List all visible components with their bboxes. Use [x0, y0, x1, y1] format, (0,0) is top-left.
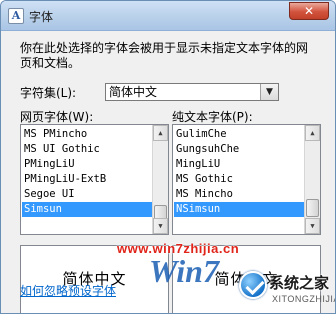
- font-dialog-icon: A: [8, 8, 24, 24]
- font-dialog-window: A 字体 ✕ 你在此处选择的字体会被用于显示未指定文本字体的网页和文档。 字符集…: [0, 0, 336, 314]
- charset-label: 字符集(L):: [20, 86, 77, 100]
- list-item[interactable]: MS PMincho: [22, 127, 152, 142]
- list-item[interactable]: Segoe UI: [22, 187, 152, 202]
- web-font-list[interactable]: MS PMincho MS UI Gothic PMingLiU PMingLiU-E…: [20, 124, 169, 235]
- dialog-description: 你在此处选择的字体会被用于显示未指定文本字体的网页和文档。: [20, 41, 309, 70]
- plain-preview-text: 简体中文: [214, 270, 279, 288]
- scroll-thumb[interactable]: [306, 199, 319, 217]
- list-item[interactable]: MingLiU: [174, 157, 304, 172]
- charset-selected-value: 简体中文: [107, 85, 257, 99]
- list-item[interactable]: Simsun: [22, 202, 152, 217]
- title-bar[interactable]: A 字体 ✕: [1, 1, 335, 31]
- plain-font-scrollbar[interactable]: ▲ ▼: [304, 125, 320, 234]
- plain-font-label: 纯文本字体(P):: [172, 110, 253, 124]
- list-item[interactable]: PMingLiU: [22, 157, 152, 172]
- window-title: 字体: [29, 10, 54, 24]
- scroll-up-arrow-icon[interactable]: ▲: [305, 125, 320, 141]
- list-item[interactable]: GulimChe: [174, 127, 304, 142]
- ignore-fonts-link[interactable]: 如何忽略预设字体: [20, 282, 116, 299]
- dialog-body: 你在此处选择的字体会被用于显示未指定文本字体的网页和文档。 字符集(L): 简体…: [1, 32, 335, 313]
- close-button[interactable]: ✕: [289, 2, 329, 20]
- list-item[interactable]: NSimsun: [174, 202, 304, 217]
- plain-font-items: GulimChe GungsuhChe MingLiU MS Gothic MS Min…: [174, 127, 304, 217]
- list-item[interactable]: MS Gothic: [174, 172, 304, 187]
- list-item[interactable]: PMingLiU-ExtB: [22, 172, 152, 187]
- chevron-down-icon[interactable]: ▼: [260, 84, 278, 100]
- charset-dropdown[interactable]: 简体中文 ▼: [105, 83, 279, 101]
- plain-font-list[interactable]: GulimChe GungsuhChe MingLiU MS Gothic MS Min…: [172, 124, 321, 235]
- close-icon: ✕: [303, 4, 315, 18]
- web-font-items: MS PMincho MS UI Gothic PMingLiU PMingLiU-E…: [22, 127, 152, 217]
- web-font-label: 网页字体(W):: [20, 110, 94, 124]
- list-item[interactable]: GungsuhChe: [174, 142, 304, 157]
- scroll-down-arrow-icon[interactable]: ▼: [305, 218, 320, 234]
- scroll-up-arrow-icon[interactable]: ▲: [153, 125, 168, 141]
- web-font-preview: 简体中文: [20, 245, 169, 313]
- web-font-scrollbar[interactable]: ▲ ▼: [152, 125, 168, 234]
- list-item[interactable]: MS Mincho: [174, 187, 304, 202]
- scroll-down-arrow-icon[interactable]: ▼: [153, 218, 168, 234]
- plain-font-preview: 简体中文: [172, 245, 321, 313]
- list-item[interactable]: MS UI Gothic: [22, 142, 152, 157]
